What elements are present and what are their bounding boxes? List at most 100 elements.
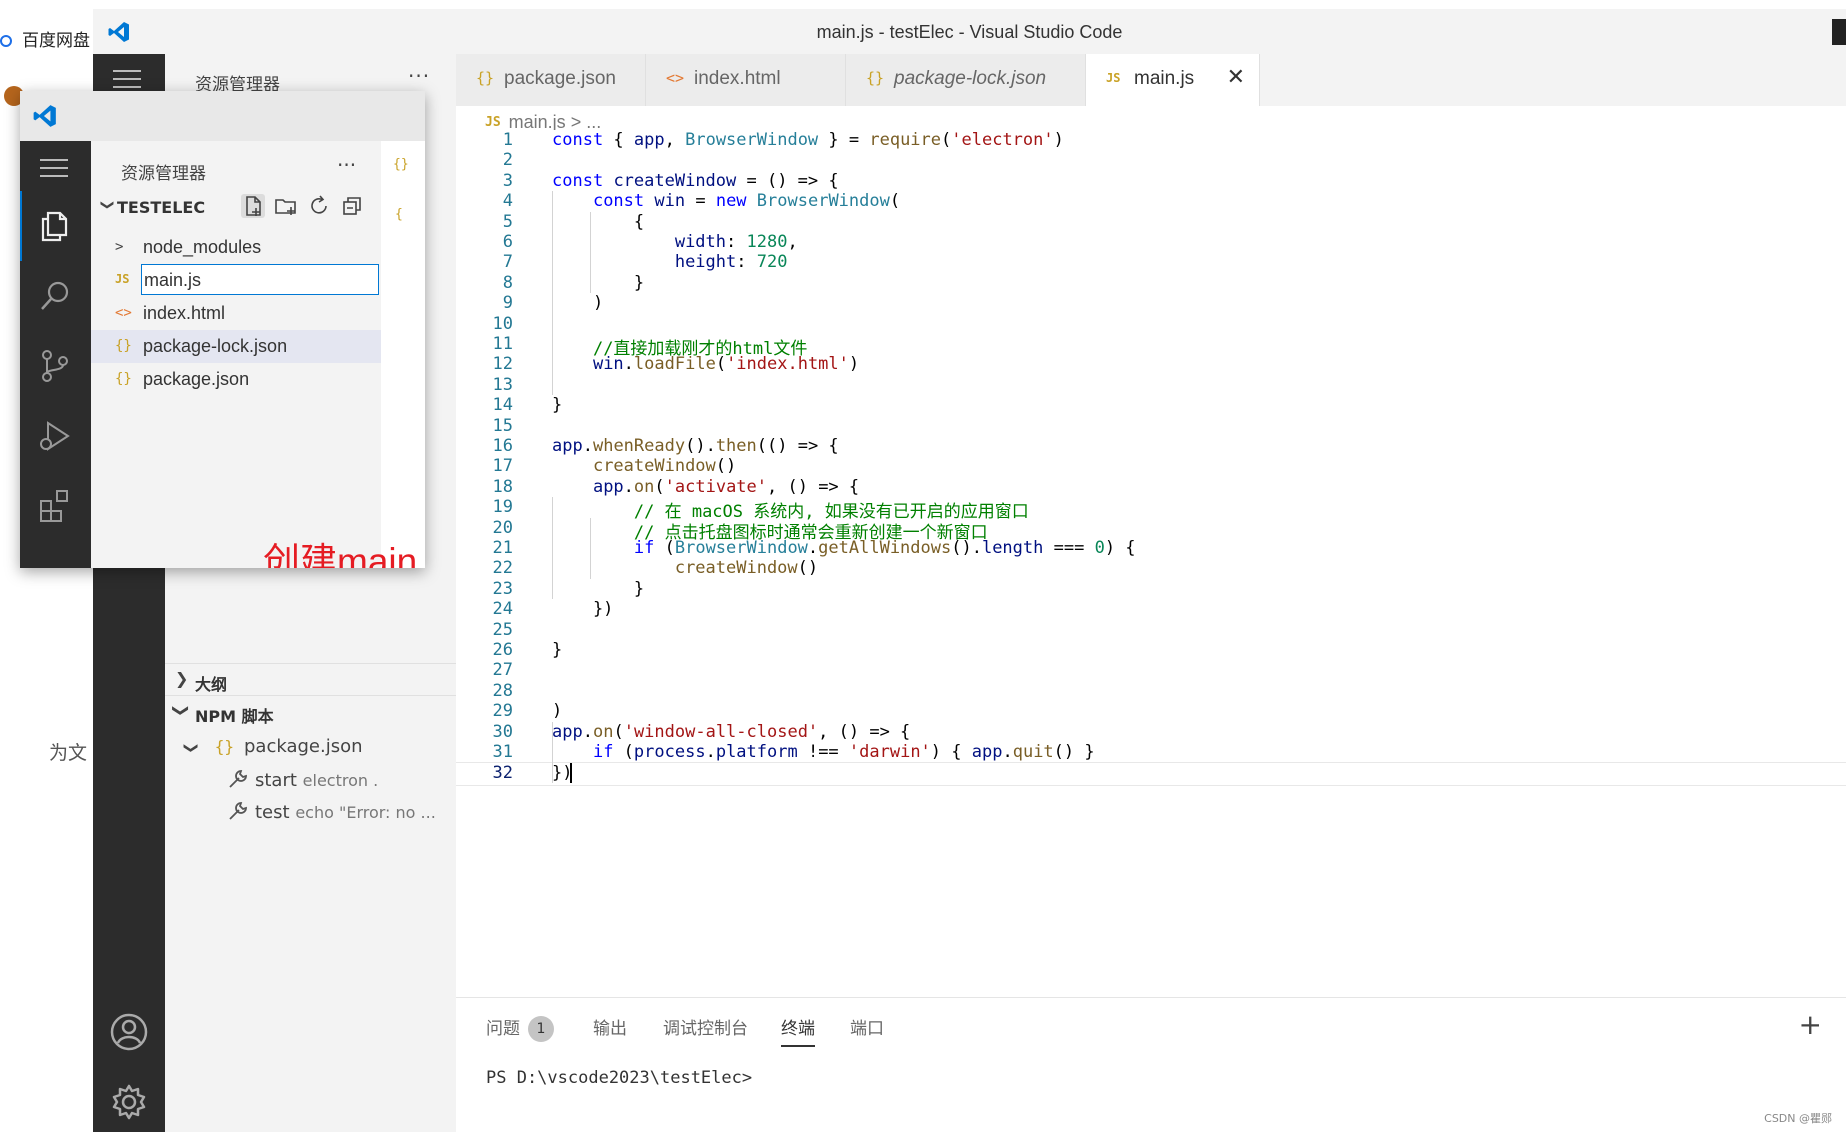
new-file-icon[interactable] xyxy=(241,194,265,218)
line-number: 26 xyxy=(492,640,513,660)
html-file-icon: <> xyxy=(666,69,685,87)
code-text: app.on('activate', () => { xyxy=(592,476,860,497)
js-file-icon: JS xyxy=(485,115,501,130)
line-number: 14 xyxy=(492,395,513,416)
json-file-icon: {} xyxy=(115,338,132,354)
line-number: 17 xyxy=(492,456,513,477)
panel-tab-problems[interactable]: 问题 1 xyxy=(486,1014,554,1042)
source-control-icon[interactable] xyxy=(36,347,74,385)
line-number: 29 xyxy=(492,701,513,722)
line-number: 16 xyxy=(492,436,513,456)
overlay-titlebar xyxy=(20,91,425,141)
indent-guide xyxy=(590,211,591,294)
code-text: app.on('window-all-closed', () => { xyxy=(552,721,911,742)
editor-tab-bar: {} package.json <> index.html {} package… xyxy=(456,54,1846,106)
indent-guide xyxy=(552,721,553,783)
terminal-prompt[interactable]: PS D:\vscode2023\testElec> xyxy=(486,1068,752,1088)
more-actions-button[interactable]: ··· xyxy=(337,153,356,177)
code-text: width: 1280, xyxy=(674,232,798,252)
code-text: } xyxy=(552,640,563,660)
window-control[interactable] xyxy=(1832,19,1846,45)
indent-guide xyxy=(590,517,591,579)
code-text: } xyxy=(552,272,645,293)
chevron-right-icon: > xyxy=(115,239,124,255)
json-file-icon: {} xyxy=(115,371,132,387)
panel-tab-debug-console[interactable]: 调试控制台 xyxy=(663,1014,748,1039)
tree-item-node-modules[interactable]: > node_modules xyxy=(91,231,381,264)
refresh-icon[interactable] xyxy=(307,194,331,218)
tree-item-rename-main-js[interactable]: JS main.js xyxy=(91,264,381,297)
code-text: createWindow() xyxy=(592,456,737,477)
panel-tab-output[interactable]: 输出 xyxy=(593,1014,627,1039)
line-number: 31 xyxy=(492,742,513,762)
new-terminal-button[interactable]: + xyxy=(1799,1008,1822,1041)
menu-icon[interactable] xyxy=(113,70,141,88)
window-title: main.js - testElec - Visual Studio Code xyxy=(816,22,1123,42)
outline-section-header[interactable]: ❯ 大纲 xyxy=(165,663,456,695)
explorer-toolbar xyxy=(241,194,371,220)
extensions-icon[interactable] xyxy=(36,487,74,525)
code-editor[interactable]: 1 const { app, BrowserWindow } = require(… xyxy=(456,130,1846,1000)
line-number: 25 xyxy=(492,619,513,640)
line-number: 30 xyxy=(492,721,513,742)
tree-item-package-json[interactable]: {} package.json xyxy=(91,363,381,396)
indent-guide xyxy=(552,191,553,396)
line-number: 19 xyxy=(492,497,513,518)
line-number: 9 xyxy=(502,293,513,314)
line-number: 15 xyxy=(492,415,513,436)
npm-scripts-section-header[interactable]: ❯ NPM 脚本 xyxy=(165,695,456,727)
line-number: 22 xyxy=(492,558,513,579)
account-icon[interactable] xyxy=(109,1012,149,1052)
code-text: const createWindow = () => { xyxy=(552,170,839,191)
vscode-logo-icon xyxy=(33,105,56,127)
project-folder-header[interactable]: ❯ TESTELEC xyxy=(97,198,206,217)
chevron-right-icon: ❯ xyxy=(175,669,189,688)
filename-input[interactable]: main.js xyxy=(141,264,379,295)
json-file-icon: { xyxy=(395,207,403,222)
line-number: 13 xyxy=(492,374,513,395)
code-text: }) xyxy=(552,599,614,620)
json-file-icon: {} xyxy=(476,69,495,87)
code-line[interactable]: 32}) xyxy=(456,762,1846,787)
npm-package-item[interactable]: ❯{} package.json xyxy=(183,736,363,757)
panel-tab-ports[interactable]: 端口 xyxy=(850,1014,884,1039)
menu-icon[interactable] xyxy=(40,159,68,177)
line-number: 10 xyxy=(492,313,513,334)
code-text: height: 720 xyxy=(674,252,788,273)
close-tab-icon[interactable]: ✕ xyxy=(1227,64,1245,90)
code-text: app.whenReady().then(() => { xyxy=(552,436,839,456)
tab-package-json[interactable]: {} package.json xyxy=(456,54,646,106)
window-titlebar: main.js - testElec - Visual Studio Code xyxy=(93,9,1846,54)
search-icon[interactable] xyxy=(36,277,74,315)
code-text: ) xyxy=(552,293,604,314)
outline-label: 大纲 xyxy=(195,675,228,694)
line-number: 8 xyxy=(502,272,513,293)
bottom-panel: 问题 1 输出 调试控制台 终端 端口 + PS D:\vscode2023\te… xyxy=(456,997,1846,1132)
line-number: 18 xyxy=(492,476,513,497)
line-number: 21 xyxy=(492,538,513,558)
js-file-icon: JS xyxy=(1106,71,1121,85)
settings-gear-icon[interactable] xyxy=(109,1082,149,1122)
tree-item-index-html[interactable]: <> index.html xyxy=(91,297,381,330)
tab-index-html[interactable]: <> index.html xyxy=(646,54,846,106)
collapse-all-icon[interactable] xyxy=(340,194,364,218)
npm-script-start[interactable]: start electron . xyxy=(227,768,378,791)
explorer-files-icon[interactable] xyxy=(36,207,74,245)
problems-count-badge: 1 xyxy=(528,1016,554,1042)
tree-item-package-lock-json[interactable]: {} package-lock.json xyxy=(91,330,381,363)
baidu-netdisk-label[interactable]: 百度网盘 xyxy=(0,26,90,51)
tab-package-lock-json[interactable]: {} package-lock.json xyxy=(846,54,1086,106)
code-text: } xyxy=(552,395,563,416)
code-text: ) xyxy=(552,701,563,722)
line-number: 7 xyxy=(502,252,513,273)
tab-main-js[interactable]: JS main.js ✕ xyxy=(1086,54,1260,106)
overlay-activity-bar xyxy=(20,141,91,568)
run-debug-icon[interactable] xyxy=(36,417,74,455)
panel-tab-terminal[interactable]: 终端 xyxy=(781,1014,815,1047)
js-file-icon: JS xyxy=(115,272,130,286)
more-actions-button[interactable]: ··· xyxy=(408,64,430,88)
text-cursor xyxy=(570,763,572,784)
line-number: 11 xyxy=(492,334,513,354)
npm-script-test[interactable]: test echo "Error: no ... xyxy=(227,800,436,823)
new-folder-icon[interactable] xyxy=(274,194,298,218)
